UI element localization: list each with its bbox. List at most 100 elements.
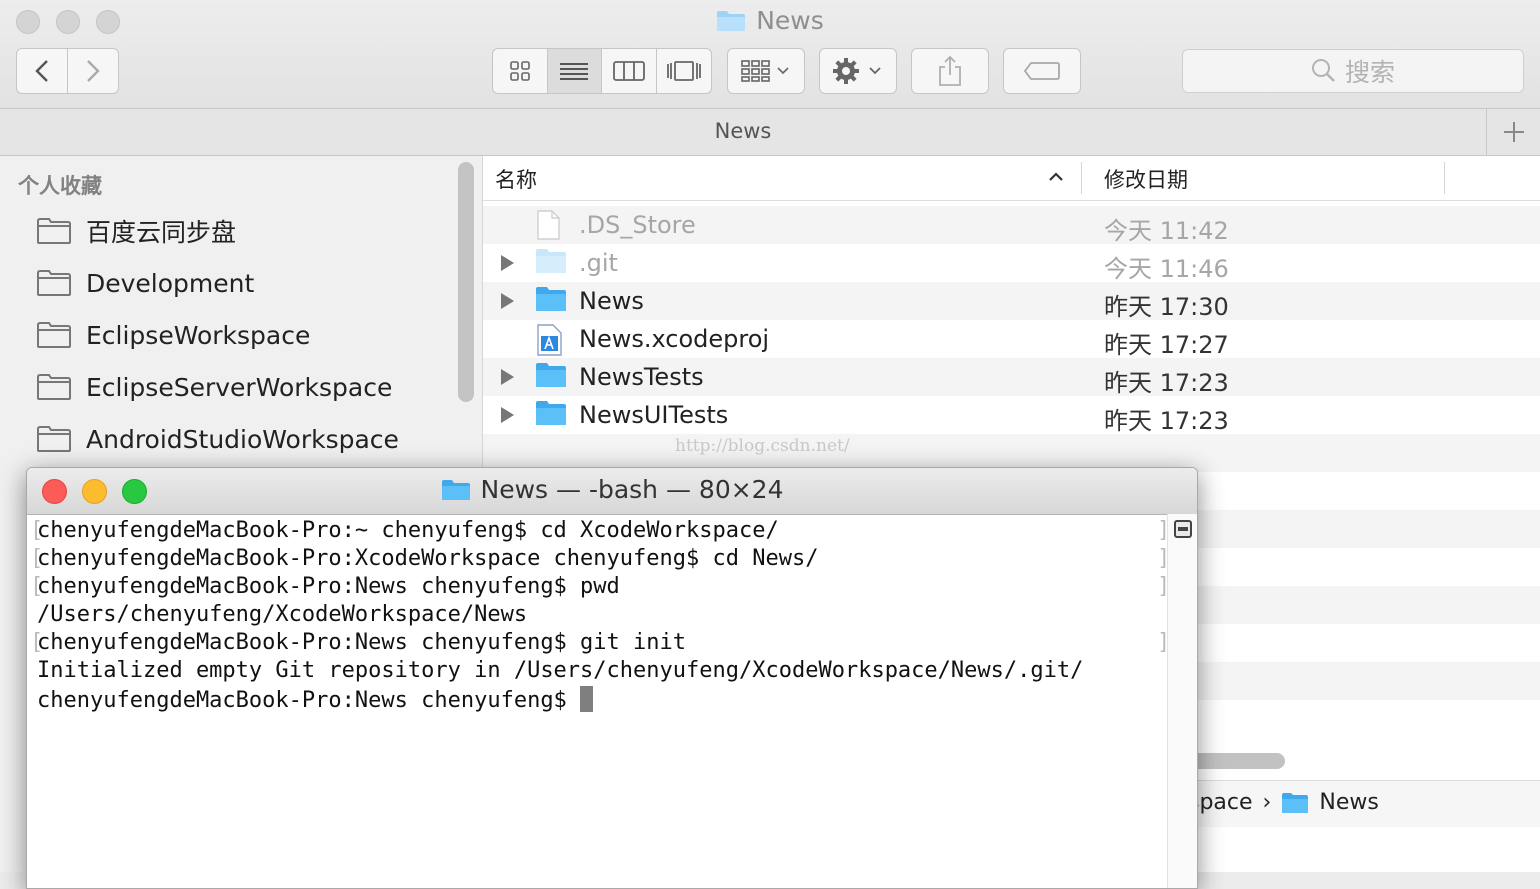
terminal-line: [chenyufengdeMacBook-Pro:News chenyufeng… <box>30 630 1171 655</box>
tag-icon <box>1023 62 1060 80</box>
terminal-line-text: chenyufengdeMacBook-Pro:XcodeWorkspace c… <box>37 546 819 571</box>
file-icon <box>537 210 560 240</box>
sidebar-item-label: AndroidStudioWorkspace <box>86 424 399 454</box>
disclosure-triangle-icon[interactable] <box>499 368 515 386</box>
horizontal-scrollbar[interactable] <box>1183 753 1285 769</box>
sort-ascending-icon <box>1049 172 1063 181</box>
window-title: News <box>0 6 1540 35</box>
file-row-newstests[interactable]: NewsTests 昨天 17:23 <box>483 358 1540 397</box>
terminal-window: News — -bash — 80×24 [chenyufengdeMacBoo… <box>26 467 1198 889</box>
terminal-line: [chenyufengdeMacBook-Pro:News chenyufeng… <box>30 574 1171 599</box>
forward-chevron-icon <box>87 60 100 82</box>
sidebar-header: 个人收藏 <box>18 174 102 198</box>
sidebar-item-label: 百度云同步盘 <box>86 218 237 247</box>
view-mode-control <box>492 48 712 94</box>
search-placeholder: 搜索 <box>1344 58 1395 87</box>
terminal-line-text: chenyufengdeMacBook-Pro:News chenyufeng$… <box>37 630 687 655</box>
terminal-title-text: News — -bash — 80×24 <box>480 475 784 504</box>
column-header: 名称 修改日期 <box>483 156 1540 201</box>
tag-button[interactable] <box>1003 48 1081 94</box>
file-row-ds-store[interactable]: .DS_Store 今天 11:42 <box>483 206 1540 245</box>
column-date-header[interactable]: 修改日期 <box>1104 164 1188 194</box>
path-item-news[interactable]: News <box>1319 790 1378 815</box>
sidebar-scrollbar[interactable] <box>458 162 474 402</box>
sidebar-item-eclipseserverworkspace[interactable]: EclipseServerWorkspace <box>36 367 392 407</box>
icon-view-icon <box>509 61 530 81</box>
file-name: NewsTests <box>579 363 704 391</box>
disclosure-triangle-icon[interactable] <box>499 406 515 424</box>
terminal-line-text: chenyufengdeMacBook-Pro:News chenyufeng$… <box>37 574 620 599</box>
forward-button[interactable] <box>67 48 119 94</box>
file-name: News.xcodeproj <box>579 325 770 353</box>
column-view-button[interactable] <box>602 49 657 93</box>
file-date: 今天 11:42 <box>1104 217 1229 245</box>
folder-icon <box>536 363 566 387</box>
file-row-newsuitests[interactable]: NewsUITests 昨天 17:23 <box>483 396 1540 435</box>
terminal-line: [chenyufengdeMacBook-Pro:XcodeWorkspace … <box>30 546 1171 571</box>
tab-bar: News <box>0 109 1540 156</box>
file-date: 昨天 17:27 <box>1104 331 1229 359</box>
coverflow-view-icon <box>666 61 701 81</box>
disclosure-triangle-icon[interactable] <box>499 254 515 272</box>
folder-icon <box>37 374 71 400</box>
file-name: .git <box>579 249 618 277</box>
new-tab-button[interactable] <box>1486 109 1540 155</box>
share-button[interactable] <box>911 48 989 94</box>
terminal-prompt-line: chenyufengdeMacBook-Pro:News chenyufeng$ <box>37 686 1169 714</box>
watermark: http://blog.csdn.net/ <box>675 436 850 456</box>
sidebar-item-baiduyun[interactable]: 百度云同步盘 <box>36 211 236 251</box>
terminal-line-text: chenyufengdeMacBook-Pro:~ chenyufeng$ cd… <box>37 518 779 543</box>
sidebar-item-label: EclipseServerWorkspace <box>86 372 393 402</box>
arrange-button[interactable] <box>727 48 805 94</box>
sidebar-item-eclipseworkspace[interactable]: EclipseWorkspace <box>36 315 310 355</box>
terminal-line: Initialized empty Git repository in /Use… <box>37 658 1169 686</box>
folder-icon <box>536 249 566 273</box>
folder-icon <box>717 11 746 31</box>
file-date: 昨天 17:30 <box>1104 293 1229 321</box>
terminal-line-text: Initialized empty Git repository in /Use… <box>37 658 1084 683</box>
search-icon <box>1311 59 1335 82</box>
terminal-titlebar: News — -bash — 80×24 <box>27 468 1197 515</box>
icon-view-button[interactable] <box>493 49 548 93</box>
path-separator: › <box>1262 790 1272 815</box>
window-title-text: News <box>756 6 824 35</box>
file-name: News <box>579 287 644 315</box>
xcodeproj-icon <box>537 324 562 356</box>
terminal-output[interactable]: [chenyufengdeMacBook-Pro:~ chenyufeng$ c… <box>30 518 1171 714</box>
terminal-scrollbar[interactable] <box>1167 514 1197 888</box>
finder-toolbar: News 搜索 <box>0 0 1540 109</box>
terminal-line-text: /Users/chenyufeng/XcodeWorkspace/News <box>37 602 528 627</box>
file-row-news[interactable]: News 昨天 17:30 <box>483 282 1540 321</box>
sidebar-item-label: Development <box>86 268 255 298</box>
file-name: .DS_Store <box>579 211 696 239</box>
folder-icon <box>37 322 71 348</box>
list-view-icon <box>560 63 589 80</box>
terminal-line: [chenyufengdeMacBook-Pro:~ chenyufeng$ c… <box>30 518 1171 543</box>
back-button[interactable] <box>16 48 68 94</box>
terminal-line: /Users/chenyufeng/XcodeWorkspace/News <box>37 602 1169 630</box>
folder-icon <box>37 218 71 244</box>
terminal-cursor <box>580 686 594 712</box>
terminal-title: News — -bash — 80×24 <box>27 475 1197 504</box>
file-date: 今天 11:46 <box>1104 255 1229 283</box>
file-name: NewsUITests <box>579 401 729 429</box>
sidebar-item-development[interactable]: Development <box>36 263 254 303</box>
coverflow-view-button[interactable] <box>657 49 712 93</box>
sidebar-item-androidstudioworkspace[interactable]: AndroidStudioWorkspace <box>36 419 399 459</box>
folder-icon <box>536 401 566 425</box>
column-name-header[interactable]: 名称 <box>495 164 537 194</box>
folder-icon <box>37 270 71 296</box>
column-view-icon <box>612 61 645 81</box>
arrange-icon <box>741 60 789 82</box>
disclosure-triangle-icon[interactable] <box>499 292 515 310</box>
file-row-news-xcodeproj[interactable]: News.xcodeproj 昨天 17:27 <box>483 320 1540 359</box>
folder-icon <box>1282 792 1309 813</box>
list-view-button[interactable] <box>547 49 602 93</box>
plus-icon <box>1504 122 1524 142</box>
split-pane-button[interactable] <box>1174 520 1192 538</box>
file-row-git[interactable]: .git 今天 11:46 <box>483 244 1540 283</box>
search-field[interactable]: 搜索 <box>1182 49 1524 93</box>
sidebar-item-label: EclipseWorkspace <box>86 320 311 350</box>
action-button[interactable] <box>819 48 897 94</box>
tab-news[interactable]: News <box>0 119 1486 143</box>
